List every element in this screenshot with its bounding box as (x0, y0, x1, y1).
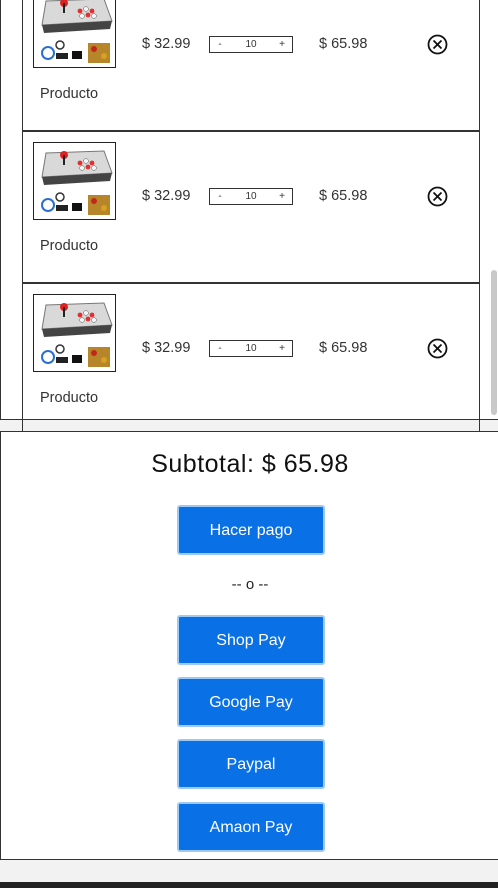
qty-increment-button[interactable]: + (272, 341, 292, 356)
line-total: $ 65.98 (319, 188, 368, 204)
qty-value[interactable]: 10 (231, 189, 271, 204)
qty-increment-button[interactable]: + (272, 189, 292, 204)
unit-price: $ 32.99 (142, 340, 191, 356)
cart-row: Producto $ 32.99 - 10 + $ 65.98 (23, 284, 479, 437)
cart-row: Producto $ 32.99 - 10 + $ 65.98 (23, 132, 479, 284)
qty-value[interactable]: 10 (231, 341, 271, 356)
cart-table: Producto $ 32.99 - 10 + $ 65.98 Producto… (22, 0, 480, 438)
arcade-console-image (34, 295, 115, 371)
unit-price: $ 32.99 (142, 188, 191, 204)
order-summary: Subtotal: $ 65.98 Hacer pago -- o -- Sho… (0, 431, 498, 860)
quantity-stepper: - 10 + (209, 36, 293, 53)
scrollbar[interactable] (490, 0, 498, 420)
bottom-edge (0, 882, 498, 888)
product-name: Producto (40, 86, 99, 102)
arcade-console-image (34, 0, 115, 67)
qty-decrement-button[interactable]: - (210, 189, 230, 204)
remove-circle-x-icon[interactable] (427, 186, 448, 207)
line-total: $ 65.98 (319, 36, 368, 52)
cart-page: Producto $ 32.99 - 10 + $ 65.98 Producto… (0, 0, 498, 888)
paypal-button[interactable]: Paypal (177, 739, 325, 789)
qty-decrement-button[interactable]: - (210, 341, 230, 356)
google-pay-button[interactable]: Google Pay (177, 677, 325, 727)
qty-value[interactable]: 10 (231, 37, 271, 52)
checkout-button[interactable]: Hacer pago (177, 505, 325, 555)
quantity-stepper: - 10 + (209, 188, 293, 205)
product-name: Producto (40, 390, 99, 406)
remove-circle-x-icon[interactable] (427, 338, 448, 359)
unit-price: $ 32.99 (142, 36, 191, 52)
qty-increment-button[interactable]: + (272, 37, 292, 52)
or-separator: -- o -- (231, 576, 269, 593)
subtotal-text: Subtotal: $ 65.98 (151, 450, 349, 478)
product-thumbnail[interactable] (33, 142, 116, 220)
amazon-pay-button[interactable]: Amaon Pay (177, 802, 325, 852)
line-total: $ 65.98 (319, 340, 368, 356)
product-thumbnail[interactable] (33, 294, 116, 372)
product-thumbnail[interactable] (33, 0, 116, 68)
qty-decrement-button[interactable]: - (210, 37, 230, 52)
scrollbar-thumb[interactable] (491, 270, 497, 415)
arcade-console-image (34, 143, 115, 219)
remove-circle-x-icon[interactable] (427, 34, 448, 55)
cart-row: Producto $ 32.99 - 10 + $ 65.98 (23, 0, 479, 132)
product-name: Producto (40, 238, 99, 254)
shop-pay-button[interactable]: Shop Pay (177, 615, 325, 665)
quantity-stepper: - 10 + (209, 340, 293, 357)
cart-panel: Producto $ 32.99 - 10 + $ 65.98 Producto… (0, 0, 498, 438)
